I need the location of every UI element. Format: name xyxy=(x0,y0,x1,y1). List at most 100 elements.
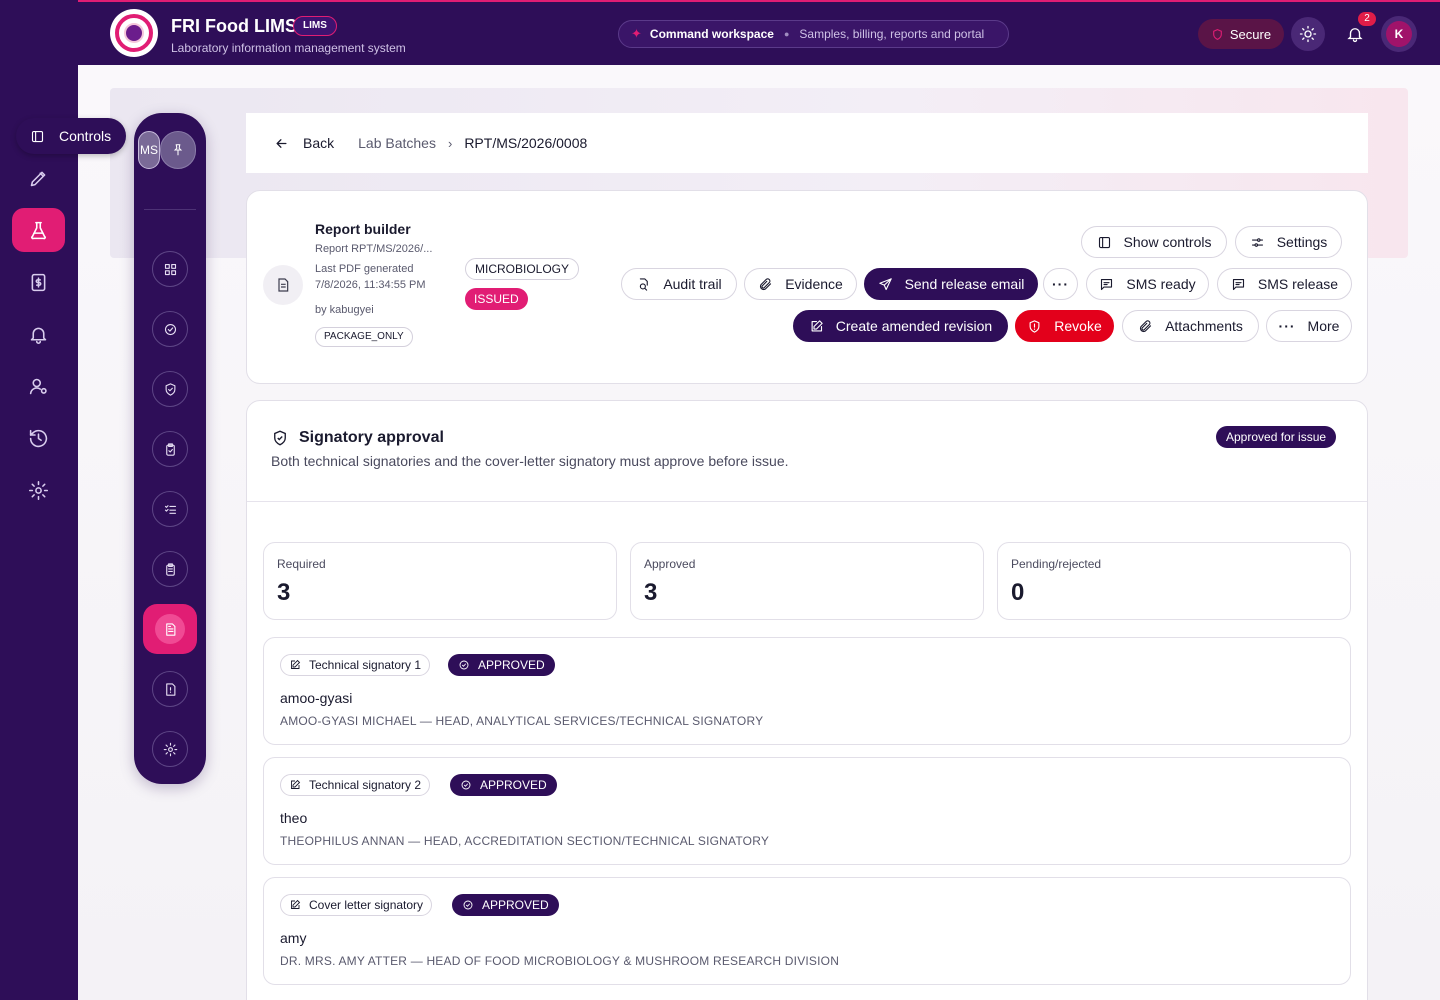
approval-status-badge: Approved for issue xyxy=(1216,426,1337,448)
signatory-row: Technical signatory 2 APPROVED theo THEO… xyxy=(263,757,1351,865)
dock-pin-button[interactable] xyxy=(160,131,196,169)
settings-button[interactable]: Settings xyxy=(1235,226,1342,258)
dock-divider xyxy=(144,209,196,210)
panel-icon xyxy=(1098,236,1110,248)
dock-check-circle-button[interactable] xyxy=(152,311,188,347)
evidence-button[interactable]: Evidence xyxy=(744,268,857,300)
signatory-status-badge: APPROVED xyxy=(450,774,557,796)
attachments-label: Attachments xyxy=(1165,318,1243,334)
stat-value: 3 xyxy=(277,579,291,606)
dock-alert-file-button[interactable] xyxy=(152,671,188,707)
sms-ready-button[interactable]: SMS ready xyxy=(1086,268,1209,300)
check-circle-icon xyxy=(461,780,471,790)
dock-grid-button[interactable] xyxy=(152,251,188,287)
divider xyxy=(247,501,1367,502)
ellipsis-icon: ··· xyxy=(1052,276,1069,292)
clipboard-list-icon xyxy=(165,562,175,576)
message-icon xyxy=(1101,278,1113,290)
secure-label: Secure xyxy=(1229,26,1272,42)
signatory-row: Technical signatory 1 APPROVED amoo-gyas… xyxy=(263,637,1351,745)
revoke-button[interactable]: Revoke xyxy=(1015,310,1114,342)
attachments-button[interactable]: Attachments xyxy=(1122,310,1259,342)
stat-approved: Approved 3 xyxy=(630,542,984,620)
signatory-role: Cover letter signatory xyxy=(309,898,424,912)
check-circle-icon xyxy=(463,900,473,910)
breadcrumb-lab-batches[interactable]: Lab Batches xyxy=(358,135,436,151)
report-builder-card: Report builder Report RPT/MS/2026/... La… xyxy=(246,190,1368,384)
file-text-icon xyxy=(165,622,175,636)
package-tag: PACKAGE_ONLY xyxy=(315,327,413,347)
back-button[interactable]: Back xyxy=(274,135,334,151)
last-pdf-label: Last PDF generated xyxy=(315,263,414,275)
checklist-icon xyxy=(164,504,176,514)
create-amended-revision-button[interactable]: Create amended revision xyxy=(793,310,1008,342)
dock-settings-button[interactable] xyxy=(152,731,188,767)
nav-user-settings-icon[interactable] xyxy=(12,364,65,408)
nav-history-icon[interactable] xyxy=(12,416,65,460)
audit-trail-button[interactable]: Audit trail xyxy=(621,268,737,300)
pin-icon xyxy=(173,144,183,156)
notifications-button[interactable]: 2 xyxy=(1338,12,1376,51)
stat-label: Required xyxy=(277,557,326,571)
nav-bell-icon[interactable] xyxy=(12,312,65,356)
dock-shield-button[interactable] xyxy=(152,371,188,407)
separator-dot: ● xyxy=(783,29,790,39)
stat-required: Required 3 xyxy=(263,542,617,620)
user-avatar[interactable]: K xyxy=(1381,16,1417,52)
nav-gear-icon[interactable] xyxy=(12,468,65,512)
bell-icon xyxy=(1347,28,1363,43)
signatory-fullname: DR. MRS. AMY ATTER — HEAD OF FOOD MICROB… xyxy=(280,954,840,968)
theme-toggle-button[interactable] xyxy=(1291,17,1325,51)
dock-report-button[interactable] xyxy=(143,604,197,654)
app-chip: LIMS xyxy=(293,16,337,36)
nav-pen-icon[interactable] xyxy=(12,156,65,200)
more-options-button[interactable]: ··· xyxy=(1043,268,1078,300)
app-title: FRI Food LIMS xyxy=(171,16,297,36)
dock-section-badge[interactable]: MS xyxy=(138,131,160,169)
settings-label: Settings xyxy=(1276,234,1328,250)
command-workspace-button[interactable]: ✦ Command workspace ● Samples, billing, … xyxy=(618,20,1009,48)
controls-tooltip[interactable]: Controls xyxy=(16,118,126,154)
signatory-role: Technical signatory 2 xyxy=(309,778,422,792)
dock-clipboard-list-button[interactable] xyxy=(152,551,188,587)
top-bar: FRI Food LIMS LIMS Laboratory informatio… xyxy=(78,0,1440,65)
shield-check-icon xyxy=(271,429,289,447)
show-controls-label: Show controls xyxy=(1123,234,1212,250)
controls-label: Controls xyxy=(59,128,112,144)
breadcrumb: Back Lab Batches › RPT/MS/2026/0008 xyxy=(246,113,1368,173)
paperclip-icon xyxy=(1140,319,1152,332)
nav-billing-icon[interactable] xyxy=(12,260,65,304)
signatory-fullname: AMOO-GYASI MICHAEL — HEAD, ANALYTICAL SE… xyxy=(280,714,764,728)
nav-flask-icon[interactable] xyxy=(12,208,65,252)
more-button[interactable]: ··· More xyxy=(1266,310,1352,342)
signatory-status-badge: APPROVED xyxy=(448,654,555,676)
chevron-right-icon: › xyxy=(447,135,453,151)
app-subtitle: Laboratory information management system xyxy=(171,41,406,55)
signatory-role: Technical signatory 1 xyxy=(309,658,422,672)
dock-checklist-button[interactable] xyxy=(152,491,188,527)
sms-release-label: SMS release xyxy=(1257,276,1339,292)
signatory-username: theo xyxy=(280,810,308,826)
secure-badge[interactable]: Secure xyxy=(1198,19,1284,49)
send-release-email-button[interactable]: Send release email xyxy=(864,268,1038,300)
check-circle-icon xyxy=(164,323,176,335)
paperclip-icon xyxy=(760,277,772,290)
breadcrumb-current: RPT/MS/2026/0008 xyxy=(464,135,588,151)
report-builder-title: Report builder xyxy=(315,221,411,237)
signatory-username: amoo-gyasi xyxy=(280,690,353,706)
dock-clipboard-check-button[interactable] xyxy=(152,431,188,467)
sliders-icon xyxy=(1251,237,1263,247)
show-controls-button[interactable]: Show controls xyxy=(1081,226,1227,258)
stat-label: Pending/rejected xyxy=(1011,557,1102,571)
avatar-initial: K xyxy=(1386,21,1412,47)
gear-icon xyxy=(163,742,177,756)
sms-release-button[interactable]: SMS release xyxy=(1217,268,1352,300)
check-circle-icon xyxy=(459,660,469,670)
sms-ready-label: SMS ready xyxy=(1126,276,1196,292)
stat-value: 3 xyxy=(644,579,658,606)
message-icon xyxy=(1232,278,1244,290)
last-pdf-time: 7/8/2026, 11:34:55 PM xyxy=(315,279,426,291)
command-sub: Samples, billing, reports and portal xyxy=(799,27,985,41)
status-badge: ISSUED xyxy=(465,288,528,310)
shield-icon xyxy=(1213,28,1222,40)
